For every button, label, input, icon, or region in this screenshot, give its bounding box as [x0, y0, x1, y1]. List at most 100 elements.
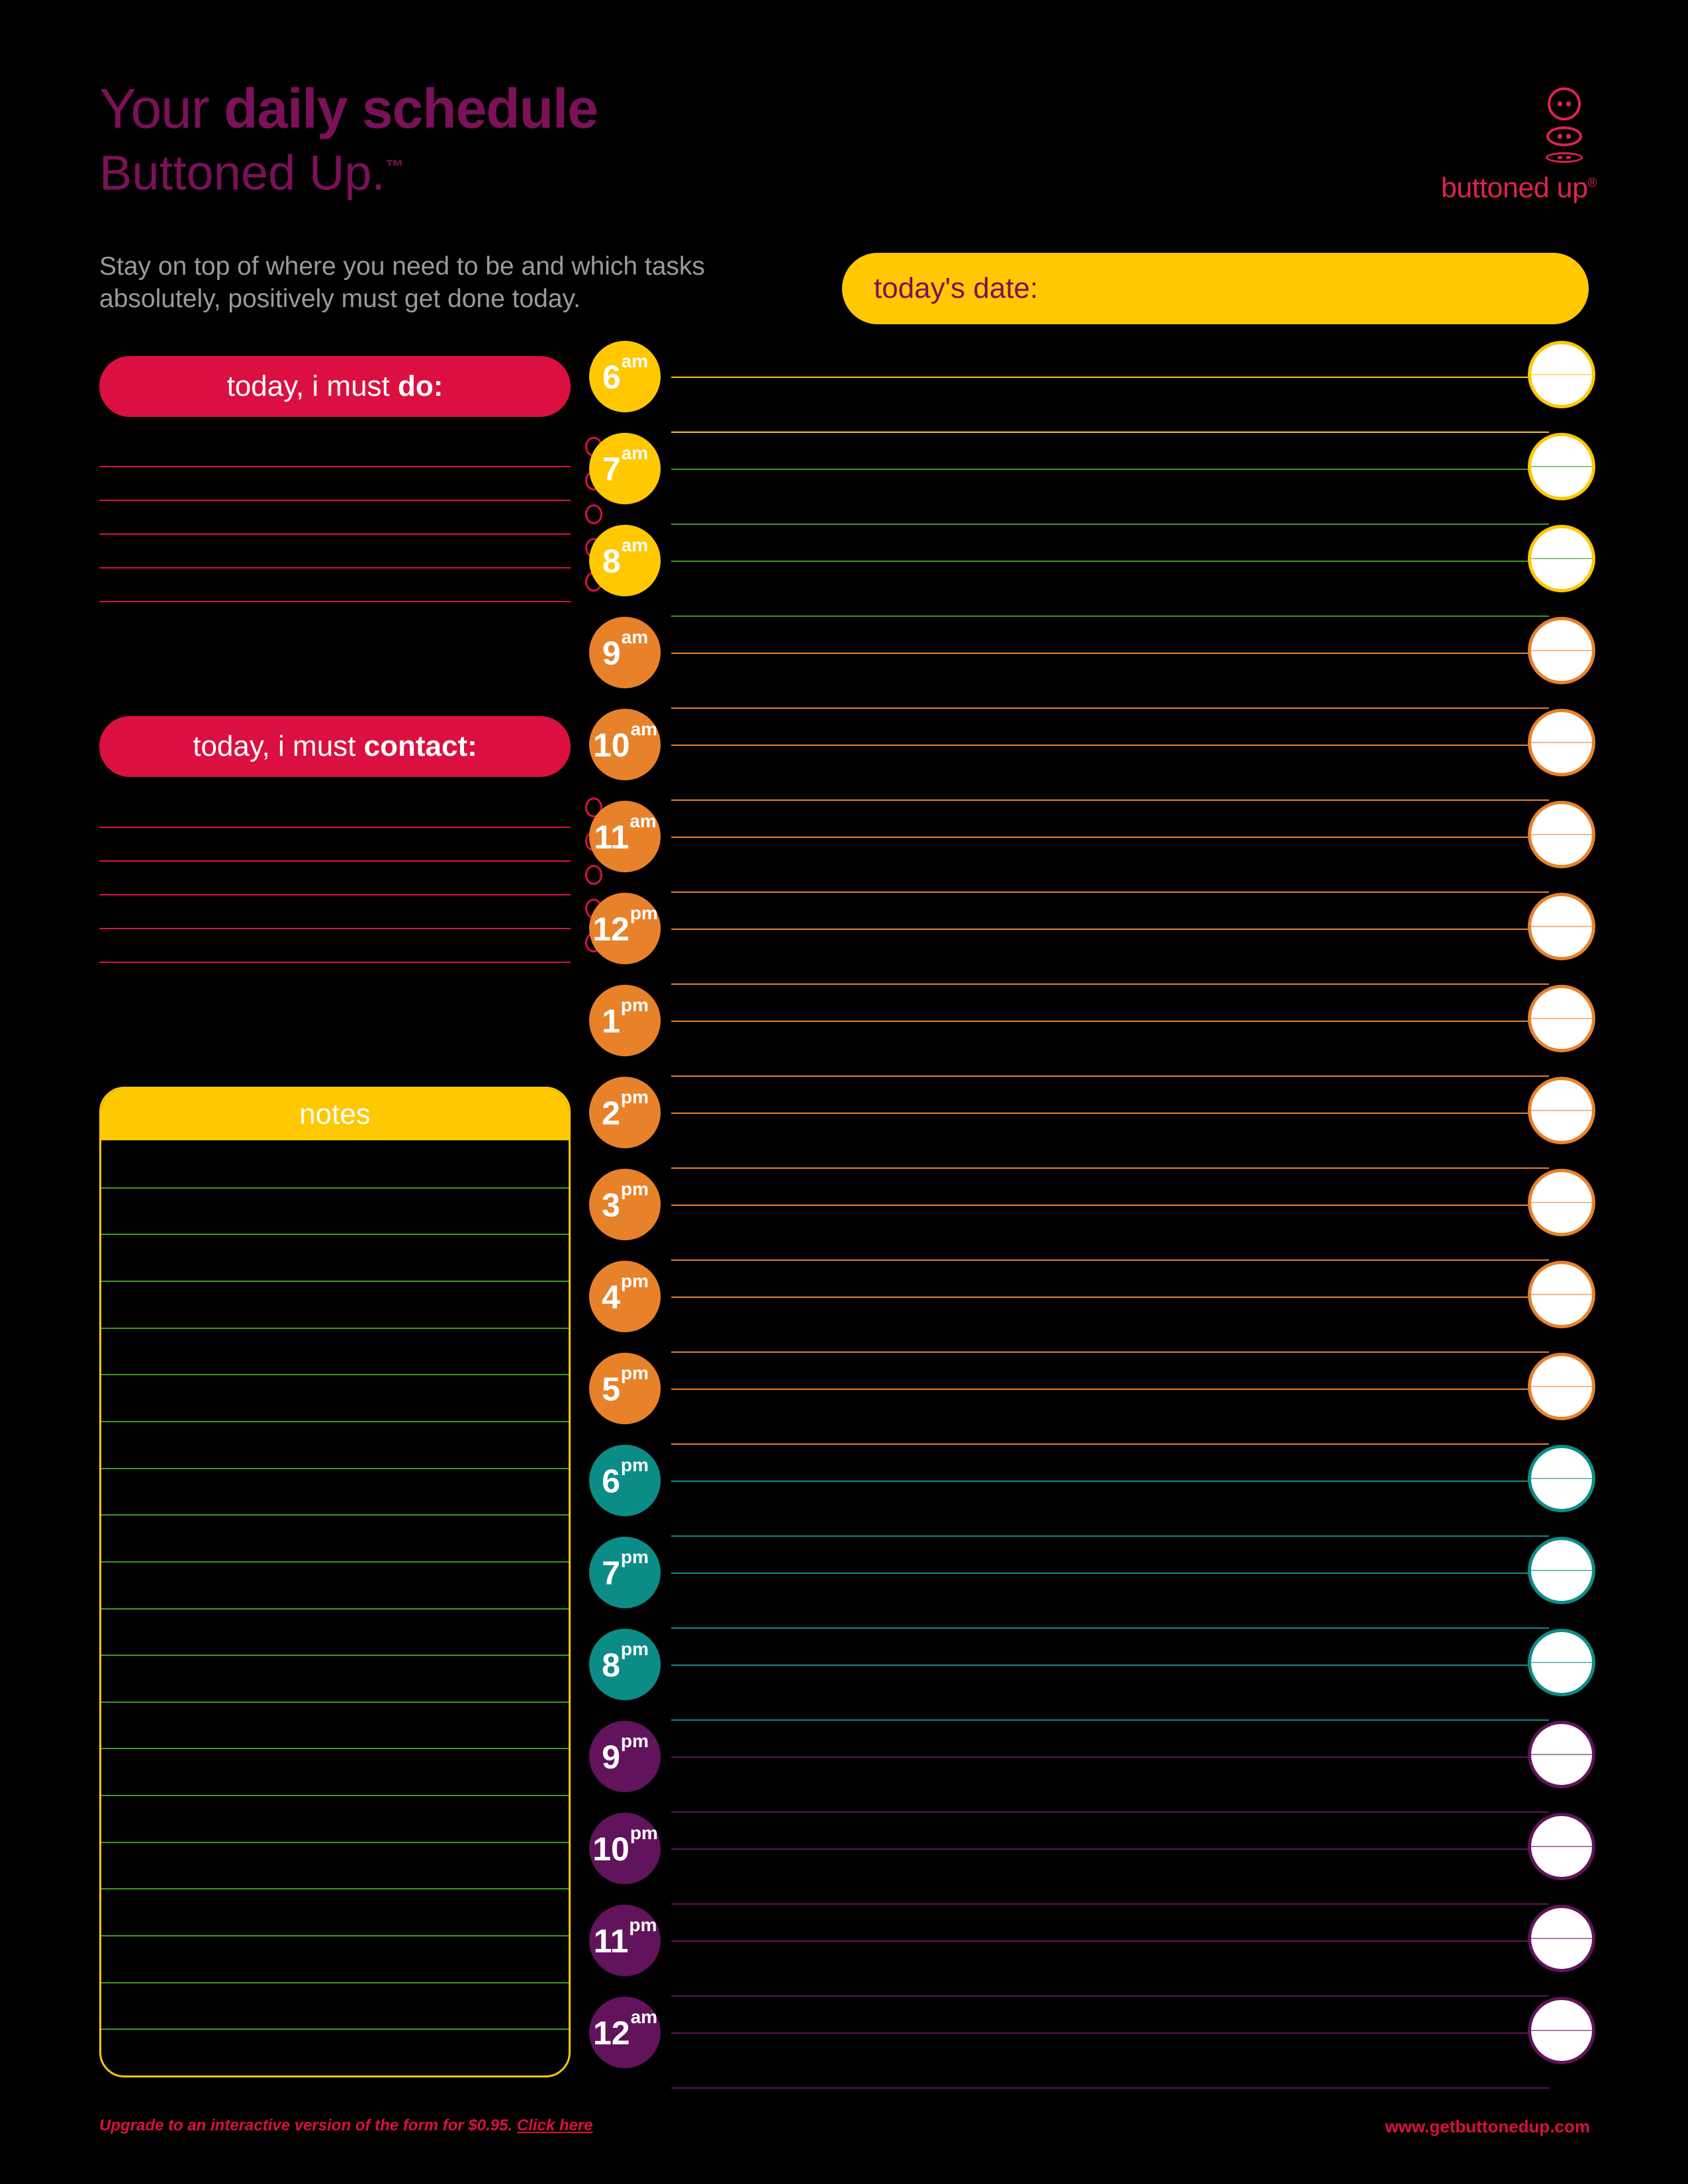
schedule-slot[interactable]: 4pm: [589, 1261, 1595, 1353]
slot-end-circle-rule: [1531, 742, 1592, 743]
hour-number: 9: [602, 1739, 620, 1776]
hour-meridiem: pm: [630, 1822, 658, 1843]
schedule-slot[interactable]: 10am: [589, 709, 1595, 801]
slot-end-circle[interactable]: [1528, 893, 1595, 960]
schedule-slot[interactable]: 12am: [589, 1997, 1595, 2089]
hour-number: 11: [593, 1923, 629, 1960]
schedule-slot[interactable]: 12pm: [589, 893, 1595, 985]
hour-label: 10pm: [592, 1823, 658, 1868]
page-title-light: Your: [99, 77, 224, 140]
slot-end-circle[interactable]: [1528, 1997, 1595, 2064]
must-contact-label-light: today, i must: [193, 730, 364, 762]
slot-rule-top: [671, 1388, 1549, 1390]
schedule-slot[interactable]: 10pm: [589, 1813, 1595, 1905]
slot-end-circle[interactable]: [1528, 709, 1595, 776]
schedule-slot[interactable]: 2pm: [589, 1077, 1595, 1169]
write-line-row[interactable]: [99, 862, 602, 895]
write-line-row[interactable]: [99, 569, 602, 602]
hour-bubble: 11pm: [589, 1905, 661, 1976]
write-line-row[interactable]: [99, 535, 602, 569]
schedule-slot[interactable]: 5pm: [589, 1353, 1595, 1445]
schedule-slot[interactable]: 7pm: [589, 1537, 1595, 1629]
slot-end-circle-rule: [1531, 1662, 1592, 1663]
notes-rule-line: [101, 1608, 569, 1610]
schedule-slot[interactable]: 9pm: [589, 1721, 1595, 1813]
write-line-row[interactable]: [99, 828, 602, 862]
hour-bubble: 8pm: [589, 1629, 661, 1700]
schedule-slot[interactable]: 6am: [589, 341, 1595, 433]
must-do-label-bold: do:: [398, 370, 444, 402]
slot-end-circle[interactable]: [1528, 617, 1595, 684]
hour-label: 1pm: [602, 995, 649, 1038]
notes-body[interactable]: [101, 1140, 569, 2075]
notes-rule-line: [101, 2028, 569, 2030]
hour-label: 9pm: [602, 1731, 649, 1776]
write-line-row[interactable]: [99, 467, 602, 501]
slot-end-circle[interactable]: [1528, 525, 1595, 592]
slot-end-circle-rule: [1531, 1110, 1592, 1111]
schedule-slot[interactable]: 8am: [589, 525, 1595, 617]
slot-end-circle[interactable]: [1528, 1537, 1595, 1604]
hour-number: 12: [592, 911, 630, 948]
schedule-slot[interactable]: 8pm: [589, 1629, 1595, 1721]
hour-label: 7pm: [602, 1547, 649, 1590]
notes-rule-line: [101, 1701, 569, 1703]
hour-meridiem: am: [630, 810, 657, 831]
slot-end-circle[interactable]: [1528, 433, 1595, 500]
slot-end-circle[interactable]: [1528, 1721, 1595, 1788]
hour-number: 6: [602, 1463, 620, 1500]
hour-meridiem: pm: [620, 1638, 649, 1659]
logo-wordmark-text: buttoned up: [1440, 172, 1588, 204]
slot-end-circle[interactable]: [1528, 801, 1595, 868]
slot-end-circle[interactable]: [1528, 1077, 1595, 1144]
upgrade-notice[interactable]: Upgrade to an interactive version of the…: [99, 2116, 593, 2135]
slot-rule-top: [671, 2032, 1549, 2034]
brand-title-text: Buttoned Up.: [99, 145, 385, 201]
hour-bubble: 3pm: [589, 1169, 661, 1240]
slot-end-circle[interactable]: [1528, 1169, 1595, 1236]
website-url[interactable]: www.getbuttonedup.com: [1385, 2116, 1590, 2137]
slot-end-circle[interactable]: [1528, 1629, 1595, 1696]
schedule-slot[interactable]: 11am: [589, 801, 1595, 893]
notes-box[interactable]: notes: [99, 1087, 571, 2077]
slot-end-circle-rule: [1531, 374, 1592, 375]
write-line-row[interactable]: [99, 433, 602, 467]
slot-end-circle[interactable]: [1528, 341, 1595, 408]
slot-end-circle[interactable]: [1528, 985, 1595, 1052]
write-line-row[interactable]: [99, 929, 602, 963]
slot-end-circle[interactable]: [1528, 1813, 1595, 1880]
schedule-slot[interactable]: 6pm: [589, 1445, 1595, 1537]
todays-date-field[interactable]: today's date:: [842, 253, 1589, 324]
slot-rule-top: [671, 1480, 1549, 1482]
slot-end-circle[interactable]: [1528, 1261, 1595, 1328]
notes-rule-line: [101, 1467, 569, 1469]
hour-meridiem: am: [621, 626, 649, 647]
slot-rule-top: [671, 561, 1549, 562]
hour-number: 10: [592, 1831, 630, 1868]
hour-bubble: 12pm: [589, 893, 661, 964]
schedule-slot[interactable]: 9am: [589, 617, 1595, 709]
upgrade-link[interactable]: Click here: [517, 2116, 593, 2134]
hour-bubble: 6pm: [589, 1445, 661, 1516]
schedule-slot[interactable]: 3pm: [589, 1169, 1595, 1261]
slot-rule-top: [671, 745, 1549, 746]
hour-meridiem: pm: [620, 1270, 649, 1291]
hour-number: 8: [602, 1647, 620, 1684]
write-line-row[interactable]: [99, 794, 602, 828]
brand-title: Buttoned Up.™: [99, 140, 894, 200]
hour-label: 12am: [593, 2007, 657, 2050]
hour-label: 7am: [602, 443, 648, 486]
schedule-slot[interactable]: 11pm: [589, 1905, 1595, 1997]
upgrade-notice-text: Upgrade to an interactive version of the…: [99, 2116, 517, 2134]
write-line-row[interactable]: [99, 501, 602, 535]
write-line-row[interactable]: [99, 895, 602, 929]
hour-meridiem: am: [630, 718, 658, 739]
hour-label: 8am: [602, 535, 648, 578]
hour-number: 4: [602, 1279, 620, 1316]
schedule-slot[interactable]: 7am: [589, 433, 1595, 525]
slot-end-circle[interactable]: [1528, 1353, 1595, 1420]
slot-end-circle[interactable]: [1528, 1905, 1595, 1972]
slot-end-circle-rule: [1531, 650, 1592, 651]
schedule-slot[interactable]: 1pm: [589, 985, 1595, 1077]
slot-end-circle[interactable]: [1528, 1445, 1595, 1512]
